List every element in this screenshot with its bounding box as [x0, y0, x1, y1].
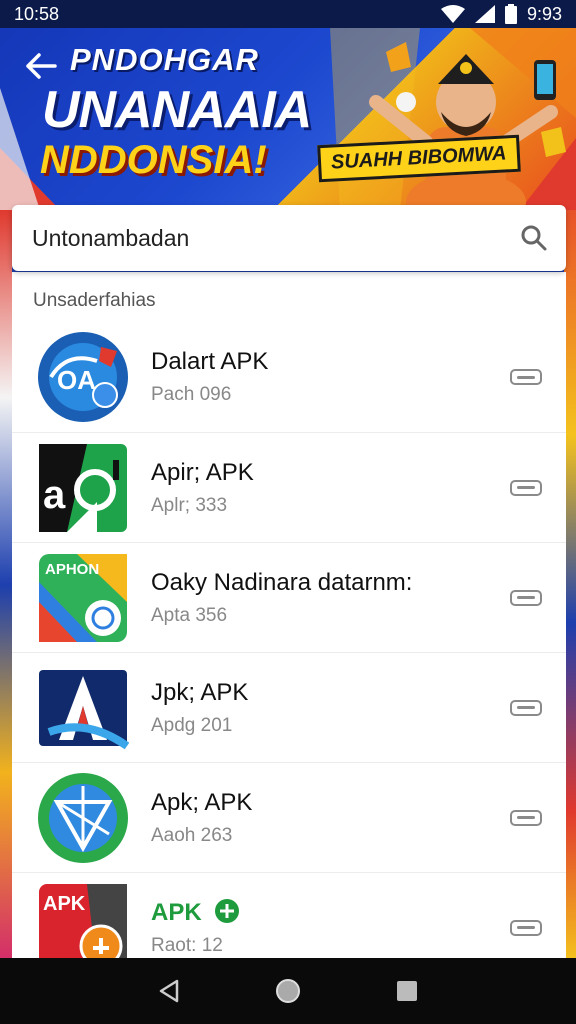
item-subtitle: Aplr; 333: [151, 494, 228, 516]
svg-text:a: a: [43, 473, 66, 517]
list-item[interactable]: APK APK Raot: 12: [12, 872, 566, 958]
back-button[interactable]: [22, 50, 60, 82]
apk-red-app-icon: APK: [39, 883, 127, 958]
item-title: Jpk; APK: [151, 678, 249, 706]
home-circle-icon: [275, 979, 300, 1003]
nav-recents-button[interactable]: [393, 977, 421, 1005]
search-bar[interactable]: Untonambadan: [12, 205, 566, 271]
recents-square-icon: [396, 981, 417, 1001]
item-subtitle: Apta 356: [151, 604, 228, 626]
dalart-app-icon: OA: [38, 332, 128, 422]
minus-icon: [517, 486, 535, 489]
status-bar: 10:58 9:93: [0, 0, 576, 28]
minus-icon: [517, 596, 535, 599]
minus-icon: [517, 816, 535, 819]
aphon-app-icon: APHON: [39, 553, 127, 642]
navigation-bar: [0, 958, 576, 1024]
item-action-button[interactable]: [510, 809, 542, 826]
header-banner: PNDOHGAR UNANAAIA NDDONSIA! SUAHH BIBOMW…: [0, 28, 576, 210]
plus-badge-icon: [215, 899, 240, 923]
signal-icon: [474, 5, 495, 23]
item-action-button[interactable]: [510, 699, 542, 716]
banner-headline: UNANAAIA: [42, 81, 312, 139]
apk-globe-app-icon: [38, 772, 128, 863]
status-time: 10:58: [14, 3, 60, 24]
item-action-button[interactable]: [510, 369, 542, 385]
item-subtitle: Apdg 201: [151, 714, 233, 736]
nav-back-button[interactable]: [155, 977, 183, 1005]
back-triangle-icon: [160, 979, 179, 1003]
item-subtitle: Aaoh 263: [151, 824, 233, 846]
item-action-button[interactable]: [510, 919, 542, 936]
minus-icon: [517, 926, 535, 929]
list-item[interactable]: a Apir; APK Aplr; 333: [12, 432, 566, 542]
item-subtitle: Pach 096: [151, 384, 232, 405]
section-label: Unsaderfahias: [33, 290, 156, 311]
item-title: Oaky Nadinara datarnm:: [151, 568, 413, 596]
list-item[interactable]: Jpk; APK Apdg 201: [12, 652, 566, 762]
jpk-app-icon: [39, 669, 129, 749]
svg-text:APHON: APHON: [45, 561, 99, 578]
item-title-text: APK: [151, 899, 202, 926]
item-subtitle: Raot: 12: [151, 935, 223, 956]
app-list: Unsaderfahias OA Dalart APK Pach 096 a A…: [12, 272, 566, 958]
item-title: Dalart APK: [151, 348, 269, 375]
mascot-illustration: [369, 42, 566, 210]
search-icon[interactable]: [520, 224, 548, 252]
list-item[interactable]: OA Dalart APK Pach 096: [12, 322, 566, 432]
minus-icon: [517, 375, 535, 379]
apir-app-icon: a: [39, 443, 127, 532]
left-decoration: [0, 210, 12, 960]
status-right-time: 9:93: [526, 3, 562, 24]
svg-text:OA: OA: [57, 365, 96, 395]
banner-subheadline: NDDONSIA!: [40, 138, 267, 182]
item-action-button[interactable]: [510, 479, 542, 496]
item-title: APK: [151, 898, 510, 927]
wifi-icon: [440, 5, 465, 23]
list-item[interactable]: APHON Oaky Nadinara datarnm: Apta 356: [12, 542, 566, 652]
item-action-button[interactable]: [510, 589, 542, 606]
banner-title: PNDOHGAR: [70, 42, 259, 77]
minus-icon: [517, 706, 535, 709]
arrow-left-icon: [26, 53, 57, 79]
item-title: Apk; APK: [151, 788, 253, 816]
list-item[interactable]: Apk; APK Aaoh 263: [12, 762, 566, 872]
battery-icon: [504, 4, 517, 24]
svg-text:APK: APK: [43, 893, 86, 915]
banner-title-wrap: PNDOHGAR: [70, 42, 259, 78]
status-icons: 9:93: [440, 3, 562, 25]
nav-home-button[interactable]: [274, 977, 302, 1005]
search-input[interactable]: Untonambadan: [32, 225, 520, 252]
item-title: Apir; APK: [151, 458, 254, 486]
